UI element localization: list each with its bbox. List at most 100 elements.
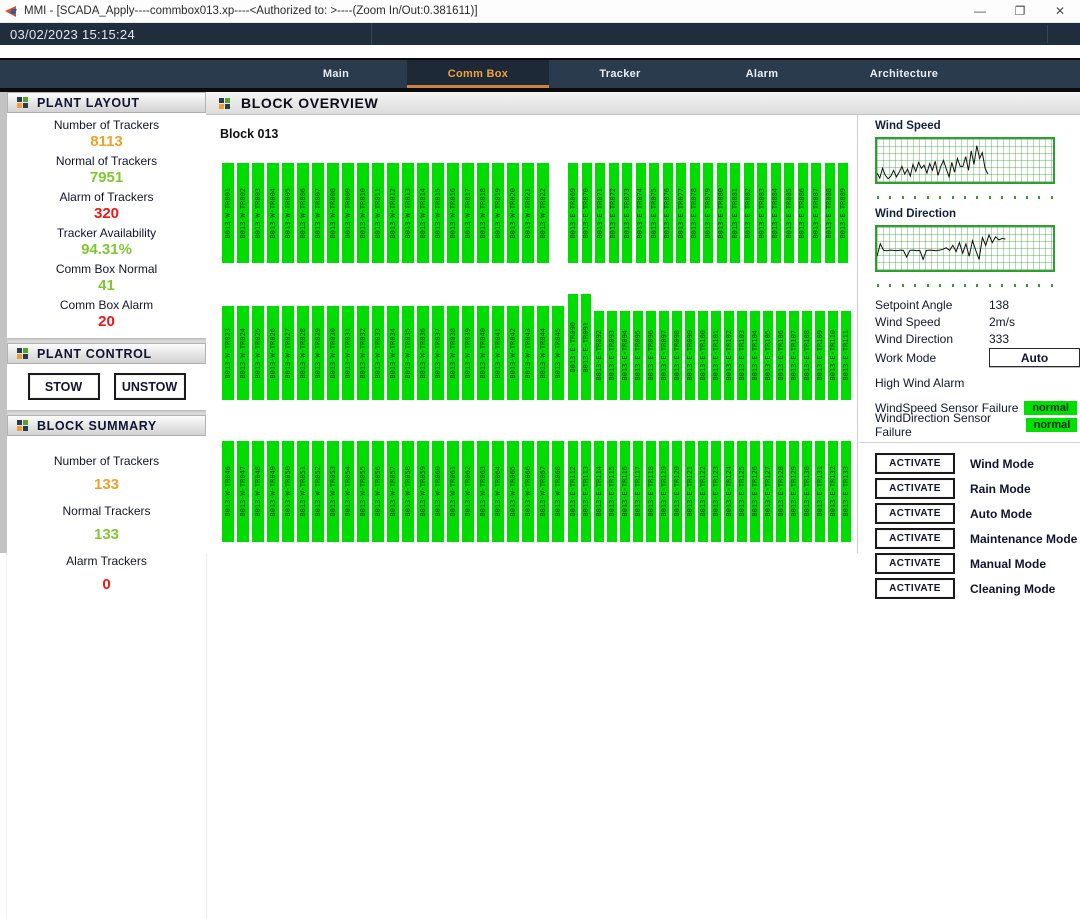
tracker-bar[interactable]: B013-W-TR003 <box>252 163 264 263</box>
tracker-bar[interactable]: B013-W-TR041 <box>492 306 504 400</box>
tracker-bar[interactable]: B013-E-TR132 <box>828 441 838 542</box>
tracker-bar[interactable]: B013-W-TR035 <box>402 306 414 400</box>
tracker-bar[interactable]: B013-E-TR109 <box>815 311 825 400</box>
close-button[interactable]: ✕ <box>1040 0 1080 22</box>
tracker-bar[interactable]: B013-W-TR051 <box>297 441 309 542</box>
tracker-bar[interactable]: B013-E-TR105 <box>763 311 773 400</box>
activate-cleaning-mode-button[interactable]: ACTIVATE <box>875 578 955 599</box>
tracker-bar[interactable]: B013-W-TR043 <box>522 306 534 400</box>
tracker-bar[interactable]: B013-W-TR022 <box>537 163 549 263</box>
tracker-bar[interactable]: B013-W-TR050 <box>282 441 294 542</box>
tracker-bar[interactable]: B013-E-TR112 <box>568 441 578 542</box>
tracker-bar[interactable]: B013-W-TR029 <box>312 306 324 400</box>
tracker-bar[interactable]: B013-E-TR072 <box>609 163 619 263</box>
tracker-bar[interactable]: B013-E-TR091 <box>581 294 591 400</box>
tracker-bar[interactable]: B013-E-TR073 <box>622 163 632 263</box>
tracker-bar[interactable]: B013-W-TR005 <box>282 163 294 263</box>
tracker-bar[interactable]: B013-E-TR079 <box>703 163 713 263</box>
tracker-bar[interactable]: B013-E-TR084 <box>771 163 781 263</box>
tracker-bar[interactable]: B013-W-TR059 <box>417 441 429 542</box>
tracker-bar[interactable]: B013-E-TR077 <box>676 163 686 263</box>
tracker-bar[interactable]: B013-E-TR089 <box>838 163 848 263</box>
tracker-bar[interactable]: B013-W-TR055 <box>357 441 369 542</box>
tracker-bar[interactable]: B013-E-TR080 <box>717 163 727 263</box>
tracker-bar[interactable]: B013-W-TR007 <box>312 163 324 263</box>
tracker-bar[interactable]: B013-W-TR044 <box>537 306 549 400</box>
tab-alarm[interactable]: Alarm <box>691 60 833 88</box>
tracker-bar[interactable]: B013-E-TR129 <box>789 441 799 542</box>
tracker-bar[interactable]: B013-E-TR070 <box>582 163 592 263</box>
tracker-bar[interactable]: B013-E-TR113 <box>581 441 591 542</box>
tracker-bar[interactable]: B013-W-TR049 <box>267 441 279 542</box>
tracker-bar[interactable]: B013-W-TR013 <box>402 163 414 263</box>
tracker-bar[interactable]: B013-W-TR011 <box>372 163 384 263</box>
tracker-bar[interactable]: B013-E-TR110 <box>828 311 838 400</box>
tracker-bar[interactable]: B013-W-TR038 <box>447 306 459 400</box>
tracker-bar[interactable]: B013-W-TR002 <box>237 163 249 263</box>
tracker-bar[interactable]: B013-W-TR004 <box>267 163 279 263</box>
activate-maintenance-mode-button[interactable]: ACTIVATE <box>875 528 955 549</box>
tracker-bar[interactable]: B013-E-TR121 <box>685 441 695 542</box>
tracker-bar[interactable]: B013-E-TR097 <box>659 311 669 400</box>
tracker-bar[interactable]: B013-E-TR119 <box>659 441 669 542</box>
tracker-bar[interactable]: B013-W-TR042 <box>507 306 519 400</box>
tracker-bar[interactable]: B013-W-TR053 <box>327 441 339 542</box>
tracker-bar[interactable]: B013-E-TR092 <box>594 311 604 400</box>
tracker-bar[interactable]: B013-E-TR102 <box>724 311 734 400</box>
tracker-bar[interactable]: B013-E-TR096 <box>646 311 656 400</box>
tracker-bar[interactable]: B013-E-TR133 <box>841 441 851 542</box>
tracker-bar[interactable]: B013-W-TR054 <box>342 441 354 542</box>
tracker-bar[interactable]: B013-W-TR067 <box>537 441 549 542</box>
tracker-bar[interactable]: B013-E-TR125 <box>737 441 747 542</box>
tracker-bar[interactable]: B013-E-TR128 <box>776 441 786 542</box>
tracker-bar[interactable]: B013-W-TR019 <box>492 163 504 263</box>
tracker-bar[interactable]: B013-W-TR062 <box>462 441 474 542</box>
tracker-bar[interactable]: B013-W-TR058 <box>402 441 414 542</box>
tab-comm-box[interactable]: Comm Box <box>407 60 549 88</box>
tracker-bar[interactable]: B013-E-TR126 <box>750 441 760 542</box>
tracker-bar[interactable]: B013-E-TR122 <box>698 441 708 542</box>
tracker-bar[interactable]: B013-E-TR131 <box>815 441 825 542</box>
tracker-bar[interactable]: B013-E-TR076 <box>663 163 673 263</box>
tracker-bar[interactable]: B013-E-TR093 <box>607 311 617 400</box>
tracker-bar[interactable]: B013-W-TR036 <box>417 306 429 400</box>
tracker-bar[interactable]: B013-E-TR071 <box>595 163 605 263</box>
tracker-bar[interactable]: B013-W-TR012 <box>387 163 399 263</box>
tracker-bar[interactable]: B013-E-TR106 <box>776 311 786 400</box>
tracker-bar[interactable]: B013-E-TR107 <box>789 311 799 400</box>
tracker-bar[interactable]: B013-W-TR023 <box>222 306 234 400</box>
tracker-bar[interactable]: B013-W-TR039 <box>462 306 474 400</box>
tracker-bar[interactable]: B013-W-TR064 <box>492 441 504 542</box>
tracker-bar[interactable]: B013-E-TR086 <box>798 163 808 263</box>
tracker-bar[interactable]: B013-E-TR087 <box>811 163 821 263</box>
tracker-bar[interactable]: B013-E-TR117 <box>633 441 643 542</box>
tracker-bar[interactable]: B013-W-TR028 <box>297 306 309 400</box>
tracker-bar[interactable]: B013-W-TR009 <box>342 163 354 263</box>
tracker-bar[interactable]: B013-E-TR074 <box>636 163 646 263</box>
tracker-bar[interactable]: B013-W-TR014 <box>417 163 429 263</box>
minimize-button[interactable]: — <box>960 0 1000 22</box>
tracker-bar[interactable]: B013-E-TR083 <box>757 163 767 263</box>
tracker-bar[interactable]: B013-W-TR037 <box>432 306 444 400</box>
tracker-bar[interactable]: B013-W-TR033 <box>372 306 384 400</box>
tracker-bar[interactable]: B013-W-TR024 <box>237 306 249 400</box>
tracker-bar[interactable]: B013-E-TR130 <box>802 441 812 542</box>
tracker-bar[interactable]: B013-E-TR078 <box>690 163 700 263</box>
stow-button[interactable]: STOW <box>28 373 100 400</box>
tracker-bar[interactable]: B013-E-TR120 <box>672 441 682 542</box>
tracker-bar[interactable]: B013-E-TR090 <box>568 294 578 400</box>
unstow-button[interactable]: UNSTOW <box>114 373 186 400</box>
tab-architecture[interactable]: Architecture <box>833 60 975 88</box>
tracker-bar[interactable]: B013-W-TR040 <box>477 306 489 400</box>
tracker-bar[interactable]: B013-W-TR061 <box>447 441 459 542</box>
tab-main[interactable]: Main <box>265 60 407 88</box>
tracker-bar[interactable]: B013-W-TR006 <box>297 163 309 263</box>
tracker-bar[interactable]: B013-W-TR031 <box>342 306 354 400</box>
restore-button[interactable]: ❐ <box>1000 0 1040 22</box>
tracker-bar[interactable]: B013-E-TR069 <box>568 163 578 263</box>
tracker-bar[interactable]: B013-E-TR127 <box>763 441 773 542</box>
work-mode-selector[interactable]: Auto <box>989 348 1080 367</box>
tracker-bar[interactable]: B013-E-TR114 <box>594 441 604 542</box>
tracker-bar[interactable]: B013-W-TR046 <box>222 441 234 542</box>
tracker-bar[interactable]: B013-E-TR123 <box>711 441 721 542</box>
